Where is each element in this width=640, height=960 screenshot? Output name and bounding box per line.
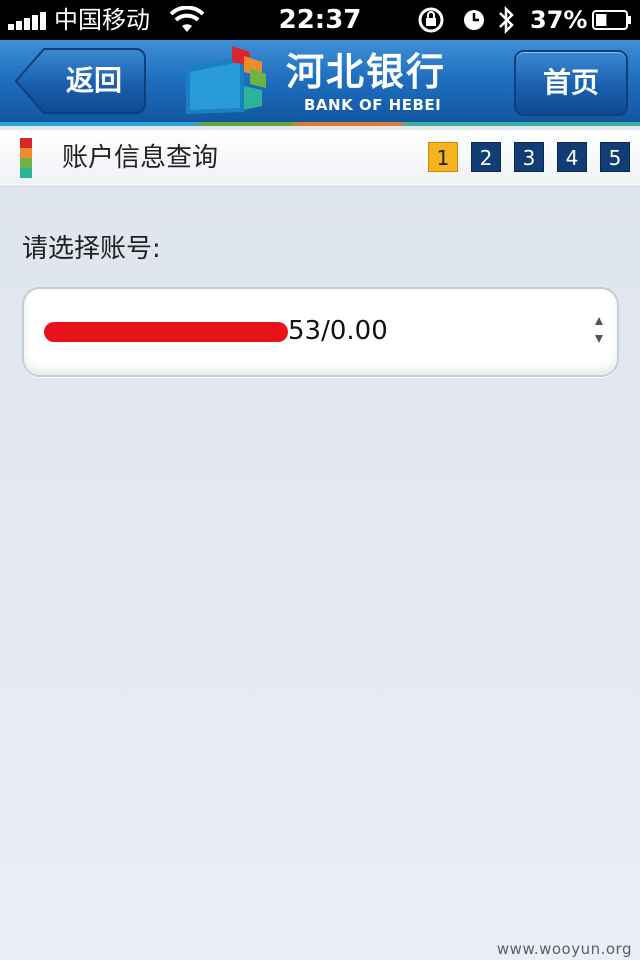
main-content: 请选择账号: 53/0.00 www.wooyun.org xyxy=(0,187,640,960)
status-bar: 中国移动 22:37 37% xyxy=(0,0,640,40)
step-1[interactable]: 1 xyxy=(428,142,458,172)
section-title-bar: 账户信息查询 1 2 3 4 5 xyxy=(0,130,640,187)
select-chevrons-icon xyxy=(595,317,603,343)
redacted-account-number xyxy=(44,321,288,342)
bank-logo-mark xyxy=(186,46,266,114)
account-select[interactable]: 53/0.00 xyxy=(22,287,619,377)
bank-name-en: BANK OF HEBEI xyxy=(304,96,442,114)
home-button[interactable]: 首页 xyxy=(514,50,628,116)
alarm-icon xyxy=(464,10,484,30)
section-marker-icon xyxy=(20,138,32,178)
back-button[interactable]: 返回 xyxy=(14,48,146,114)
page-title: 账户信息查询 xyxy=(62,143,219,173)
account-prompt-label: 请选择账号: xyxy=(22,234,161,264)
battery-icon xyxy=(592,10,631,30)
step-4[interactable]: 4 xyxy=(557,142,587,172)
bluetooth-icon xyxy=(499,5,514,35)
step-2[interactable]: 2 xyxy=(471,142,501,172)
bank-logo: 河北银行 BANK OF HEBEI xyxy=(186,46,456,120)
nav-bar: 返回 河北银行 BANK OF HEBEI 首页 xyxy=(0,40,640,126)
home-button-label: 首页 xyxy=(542,66,599,99)
account-balance-text: 53/0.00 xyxy=(288,316,388,346)
bank-name-cn: 河北银行 xyxy=(286,49,447,94)
step-3[interactable]: 3 xyxy=(514,142,544,172)
battery-percent: 37% xyxy=(530,6,588,34)
watermark: www.wooyun.org xyxy=(496,940,632,958)
account-select-value: 53/0.00 xyxy=(44,289,388,373)
rotation-lock-icon xyxy=(418,7,444,33)
nav-color-stripe xyxy=(0,122,640,126)
step-5[interactable]: 5 xyxy=(600,142,630,172)
back-button-label: 返回 xyxy=(65,64,122,97)
step-indicator: 1 2 3 4 5 xyxy=(428,142,630,172)
